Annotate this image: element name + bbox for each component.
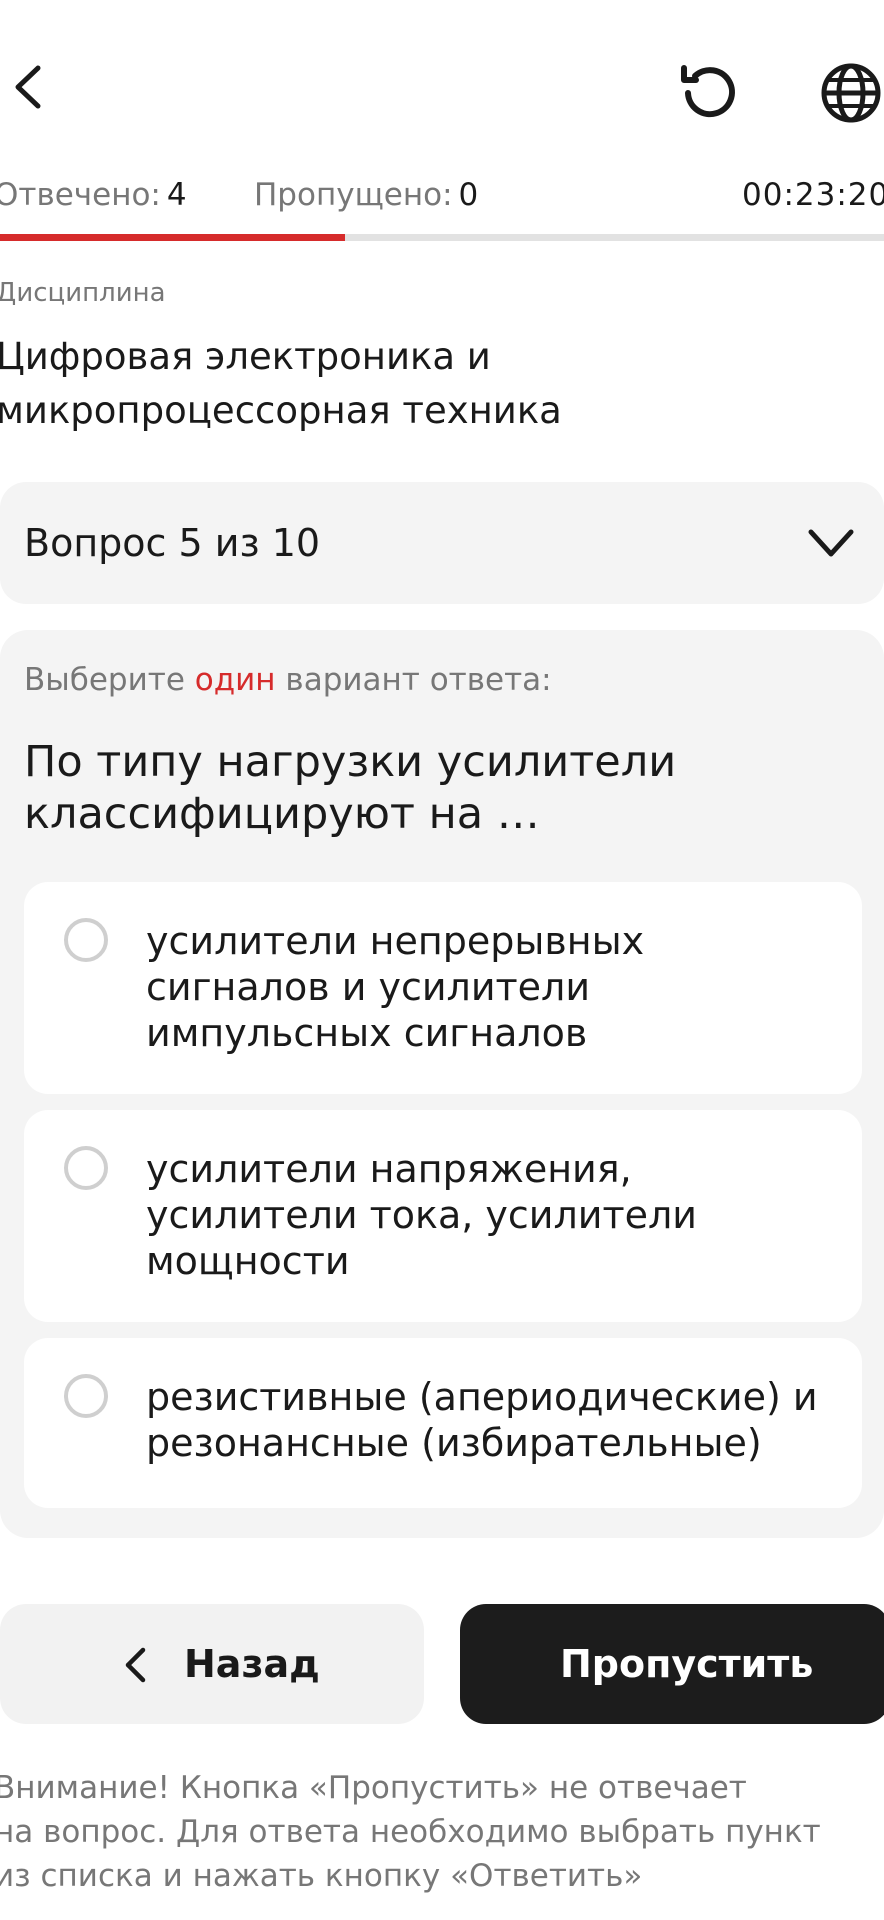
progress-bar-fill	[0, 234, 345, 241]
chevron-left-icon	[125, 1647, 146, 1683]
timer: 00:23:20	[742, 177, 884, 213]
back-button-label: Назад	[184, 1642, 320, 1686]
answered-value: 4	[166, 177, 187, 213]
answer-option-text: усилители напряжения, усилители тока, ус…	[146, 1147, 697, 1283]
stats-row: Отвечено: 4 Пропущено: 0 00:23:20	[0, 170, 884, 220]
answer-option-3[interactable]: резистивные (апериодические) и резонансн…	[24, 1338, 862, 1508]
answer-instruction: Выберите один вариант ответа:	[24, 658, 552, 702]
answer-option-2[interactable]: усилители напряжения, усилители тока, ус…	[24, 1110, 862, 1322]
progress-bar	[0, 234, 884, 241]
skipped-value: 0	[458, 177, 479, 213]
discipline-label: Дисциплина	[0, 278, 166, 308]
question-text: По типу нагрузки усилители классифицирую…	[24, 737, 677, 839]
skipped-counter: Пропущено: 0	[254, 170, 478, 220]
radio-button[interactable]	[64, 1374, 108, 1418]
answer-option-1[interactable]: усилители непрерывных сигналов и усилите…	[24, 882, 862, 1094]
answer-option-text: резистивные (апериодические) и резонансн…	[146, 1375, 818, 1465]
answer-option-text: усилители непрерывных сигналов и усилите…	[146, 919, 645, 1055]
instruction-text-start: Выберите	[24, 662, 195, 698]
radio-button[interactable]	[64, 1146, 108, 1190]
back-button[interactable]: Назад	[0, 1604, 424, 1724]
skip-notice: Внимание! Кнопка «Пропустить» не отвечае…	[0, 1766, 878, 1898]
chevron-left-icon[interactable]	[8, 62, 48, 112]
notice-line-2: на вопрос. Для ответа необходимо выбрать…	[0, 1814, 821, 1850]
reload-icon[interactable]	[676, 60, 742, 126]
chevron-down-icon[interactable]	[806, 526, 856, 562]
notice-line-3: из списка и нажать кнопку «Ответить»	[0, 1858, 643, 1894]
skip-button-label: Пропустить	[560, 1642, 814, 1686]
skip-button[interactable]: Пропустить	[460, 1604, 884, 1724]
discipline-name: Цифровая электроника и микропроцессорная…	[0, 335, 562, 432]
test-screen: Отвечено: 4 Пропущено: 0 00:23:20 Дисципли…	[0, 0, 884, 1920]
top-bar	[0, 0, 884, 170]
notice-line-1: Внимание! Кнопка «Пропустить» не отвечае…	[0, 1770, 747, 1806]
answered-counter: Отвечено: 4	[0, 170, 187, 220]
answered-label: Отвечено:	[0, 177, 161, 213]
question-selector[interactable]: Вопрос 5 из 10	[0, 482, 884, 604]
instruction-accent: один	[194, 662, 276, 698]
skipped-label: Пропущено:	[254, 177, 453, 213]
question-selector-label: Вопрос 5 из 10	[24, 521, 321, 565]
instruction-text-end: вариант ответа:	[275, 662, 552, 698]
radio-button[interactable]	[64, 918, 108, 962]
globe-icon[interactable]	[818, 60, 884, 126]
